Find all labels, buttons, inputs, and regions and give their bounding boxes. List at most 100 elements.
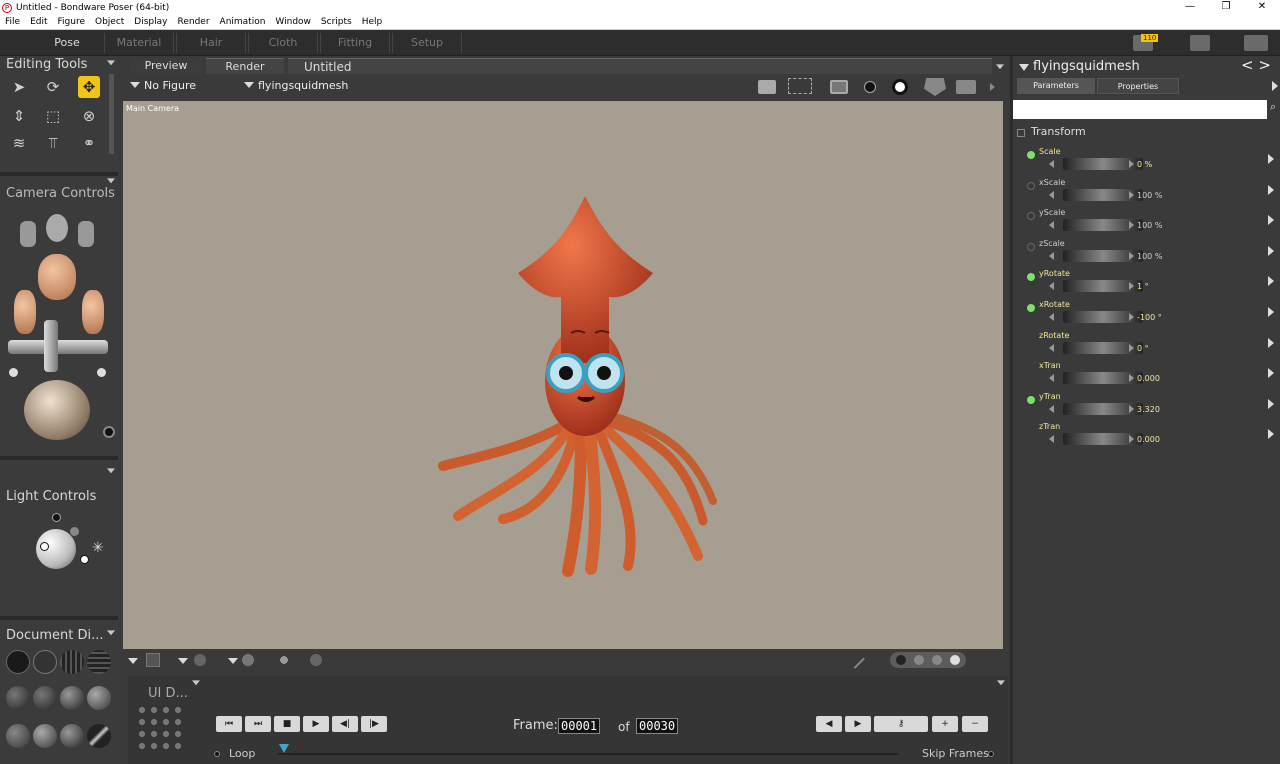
smooth-shaded-style-icon[interactable]	[6, 724, 30, 748]
param-value[interactable]: 0.000	[1137, 435, 1160, 444]
param-row-ztran[interactable]: zTran 0.000	[1027, 422, 1277, 452]
param-value[interactable]: 100 %	[1137, 191, 1162, 200]
param-menu-icon[interactable]	[1268, 276, 1274, 287]
prev-next-actor-icon[interactable]: < >	[1241, 56, 1271, 74]
param-value[interactable]: -100 °	[1137, 313, 1162, 322]
total-frames-field[interactable]: 00030	[636, 718, 679, 734]
param-increment-icon[interactable]	[1129, 374, 1134, 383]
cartoon-style-icon[interactable]	[87, 686, 111, 710]
scale-tool-icon[interactable]: ⬚	[42, 105, 64, 127]
loop-toggle[interactable]	[214, 751, 220, 757]
minimize-icon[interactable]: —	[1172, 0, 1208, 15]
close-icon[interactable]: ✕	[1244, 0, 1280, 15]
param-row-zscale[interactable]: zScale 100 %	[1027, 239, 1277, 269]
panel-menu-icon[interactable]	[997, 680, 1005, 686]
panel-menu-icon[interactable]	[192, 680, 200, 686]
more-arrow-icon[interactable]	[1272, 81, 1278, 91]
preview-style-icon[interactable]	[87, 724, 111, 748]
param-key-dot[interactable]	[1027, 242, 1035, 251]
figure-select[interactable]: No Figure	[144, 79, 196, 92]
hidden-line-style-icon[interactable]	[87, 650, 111, 674]
video-camera-icon[interactable]	[956, 80, 976, 94]
key-icon[interactable]: ⚷	[874, 716, 928, 732]
menu-window[interactable]: Window	[270, 17, 316, 27]
scene-camera-icon[interactable]	[924, 78, 946, 96]
param-increment-icon[interactable]	[1129, 313, 1134, 321]
menu-help[interactable]: Help	[357, 17, 388, 27]
param-decrement-icon[interactable]	[1049, 404, 1054, 413]
param-increment-icon[interactable]	[1129, 251, 1134, 260]
chevron-down-icon[interactable]	[128, 658, 138, 664]
tab-parameters[interactable]: Parameters	[1017, 78, 1095, 94]
twist-tool-icon[interactable]: ≋	[8, 132, 30, 154]
menu-scripts[interactable]: Scripts	[316, 17, 357, 27]
camera-dot-icon[interactable]	[97, 368, 106, 377]
param-decrement-icon[interactable]	[1049, 282, 1054, 291]
panel-menu-icon[interactable]	[107, 60, 115, 66]
timeline-track[interactable]	[278, 753, 898, 755]
room-tab-material[interactable]: Material	[104, 33, 174, 53]
prev-frame-button[interactable]: ◀	[816, 716, 842, 732]
room-tab-fitting[interactable]: Fitting	[320, 33, 390, 53]
chat-icon[interactable]	[1190, 35, 1210, 51]
param-value[interactable]: 3.320	[1137, 405, 1160, 414]
move-xz-control[interactable]	[8, 340, 108, 354]
head-camera-icon[interactable]	[46, 214, 68, 242]
light-dot-icon[interactable]	[52, 513, 61, 522]
param-decrement-icon[interactable]	[1049, 190, 1054, 199]
param-decrement-icon[interactable]	[1049, 343, 1054, 352]
panel-menu-icon[interactable]	[996, 64, 1004, 70]
chevron-down-icon[interactable]	[178, 658, 188, 664]
3d-viewport[interactable]: Main Camera	[123, 101, 1003, 649]
shadow-color-icon[interactable]	[194, 654, 206, 666]
move-y-control[interactable]	[44, 320, 58, 372]
light-dot-icon[interactable]	[80, 555, 89, 564]
room-tab-setup[interactable]: Setup	[392, 33, 462, 53]
prev-key-button[interactable]: ◀|	[332, 716, 358, 732]
trackball-rotate-control[interactable]	[24, 380, 90, 440]
ui-dots-grid[interactable]	[136, 704, 184, 752]
ground-color-icon[interactable]	[242, 654, 254, 666]
panel-menu-icon[interactable]	[107, 178, 115, 184]
param-decrement-icon[interactable]	[1049, 221, 1054, 230]
left-hand-icon[interactable]	[14, 290, 36, 334]
light-dot-icon[interactable]	[40, 542, 49, 551]
chevron-down-icon[interactable]	[228, 658, 238, 664]
wireframe-style-icon[interactable]	[60, 650, 84, 674]
tab-properties[interactable]: Properties	[1097, 78, 1179, 94]
chevron-down-icon[interactable]	[130, 82, 140, 88]
right-hand-camera-icon[interactable]	[78, 221, 94, 247]
foreground-color-icon[interactable]	[274, 652, 294, 668]
param-row-ytran[interactable]: yTran 3.320	[1027, 392, 1277, 422]
view-options-bar[interactable]	[890, 652, 966, 668]
color-tool-icon[interactable]: ⚭	[78, 132, 100, 154]
silhouette-style-icon[interactable]	[6, 650, 30, 674]
rotate-tool-icon[interactable]: ⟳	[42, 76, 64, 98]
first-frame-button[interactable]: ⏮	[216, 716, 242, 732]
room-tab-pose[interactable]: Pose	[32, 33, 102, 53]
flat-lined-style-icon[interactable]	[60, 686, 84, 710]
param-menu-icon[interactable]	[1268, 307, 1274, 317]
menu-object[interactable]: Object	[90, 17, 129, 27]
select-tool-icon[interactable]: ➤	[8, 76, 30, 98]
outline-style-icon[interactable]	[33, 650, 57, 674]
translate-tool-icon[interactable]: ✥	[78, 76, 100, 98]
display-options-icon[interactable]	[310, 654, 322, 666]
next-frame-button[interactable]: ▶	[845, 716, 871, 732]
param-menu-icon[interactable]	[1268, 398, 1274, 409]
search-input[interactable]	[1013, 100, 1267, 119]
face-camera-icon[interactable]	[38, 254, 76, 300]
param-row-xrotate[interactable]: xRotate -100 °	[1027, 300, 1277, 330]
param-row-yrotate[interactable]: yRotate 1 °	[1027, 269, 1277, 299]
menu-display[interactable]: Display	[129, 17, 172, 27]
param-value[interactable]: 100 %	[1137, 252, 1162, 261]
menu-render[interactable]: Render	[172, 17, 214, 27]
lit-wireframe-style-icon[interactable]	[6, 686, 30, 710]
tools-scrollbar[interactable]	[109, 74, 114, 154]
param-key-dot[interactable]	[1027, 151, 1035, 159]
param-row-zrotate[interactable]: zRotate 0 °	[1027, 331, 1277, 361]
param-decrement-icon[interactable]	[1049, 313, 1054, 321]
param-value[interactable]: 0 %	[1137, 160, 1152, 169]
param-increment-icon[interactable]	[1129, 435, 1134, 444]
room-tab-hair[interactable]: Hair	[176, 33, 246, 53]
